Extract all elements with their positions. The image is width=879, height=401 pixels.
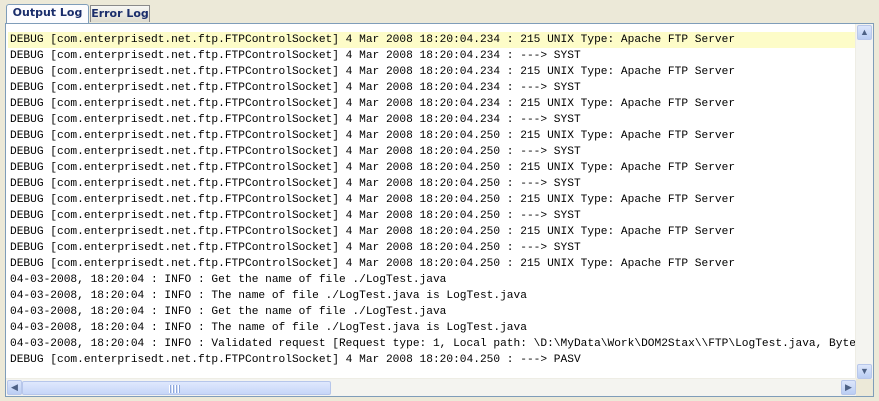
log-line: 04-03-2008, 18:20:04 : INFO : The name o… bbox=[10, 290, 527, 302]
log-text-area[interactable]: DEBUG [com.enterprisedt.net.ftp.FTPContr… bbox=[8, 32, 857, 380]
log-line: DEBUG [com.enterprisedt.net.ftp.FTPContr… bbox=[8, 32, 857, 48]
scrollbar-corner bbox=[856, 379, 873, 396]
log-line: DEBUG [com.enterprisedt.net.ftp.FTPContr… bbox=[10, 114, 581, 126]
scroll-right-icon[interactable]: ▶ bbox=[841, 380, 856, 395]
log-line: 04-03-2008, 18:20:04 : INFO : Get the na… bbox=[10, 274, 447, 286]
log-line: 04-03-2008, 18:20:04 : INFO : The name o… bbox=[10, 322, 527, 334]
tab-error-log[interactable]: Error Log bbox=[90, 5, 150, 22]
scroll-down-icon[interactable]: ▼ bbox=[857, 364, 872, 379]
log-line: DEBUG [com.enterprisedt.net.ftp.FTPContr… bbox=[10, 98, 736, 110]
log-line: DEBUG [com.enterprisedt.net.ftp.FTPContr… bbox=[10, 210, 581, 222]
log-line: 04-03-2008, 18:20:04 : INFO : Validated … bbox=[10, 338, 856, 350]
log-line: DEBUG [com.enterprisedt.net.ftp.FTPContr… bbox=[10, 258, 736, 270]
horizontal-scrollbar[interactable]: ◀ ▶ bbox=[6, 378, 857, 396]
log-line: DEBUG [com.enterprisedt.net.ftp.FTPContr… bbox=[10, 354, 581, 366]
scroll-left-icon[interactable]: ◀ bbox=[7, 380, 22, 395]
log-line: DEBUG [com.enterprisedt.net.ftp.FTPContr… bbox=[10, 242, 581, 254]
log-line: DEBUG [com.enterprisedt.net.ftp.FTPContr… bbox=[10, 146, 581, 158]
scroll-up-icon[interactable]: ▲ bbox=[857, 25, 872, 40]
tab-bar: Output Log Error Log bbox=[0, 0, 879, 24]
log-line: DEBUG [com.enterprisedt.net.ftp.FTPContr… bbox=[10, 50, 581, 62]
log-line: DEBUG [com.enterprisedt.net.ftp.FTPContr… bbox=[10, 194, 736, 206]
log-line: DEBUG [com.enterprisedt.net.ftp.FTPContr… bbox=[10, 66, 736, 78]
log-line: 04-03-2008, 18:20:04 : INFO : Get the na… bbox=[10, 306, 447, 318]
log-line: DEBUG [com.enterprisedt.net.ftp.FTPContr… bbox=[10, 82, 581, 94]
log-line: DEBUG [com.enterprisedt.net.ftp.FTPContr… bbox=[10, 162, 736, 174]
log-line: DEBUG [com.enterprisedt.net.ftp.FTPContr… bbox=[10, 226, 736, 238]
scroll-grip-icon bbox=[169, 385, 181, 393]
log-line: DEBUG [com.enterprisedt.net.ftp.FTPContr… bbox=[10, 178, 581, 190]
vertical-scrollbar[interactable]: ▲ ▼ bbox=[855, 24, 873, 380]
output-log-panel: DEBUG [com.enterprisedt.net.ftp.FTPContr… bbox=[5, 23, 874, 397]
log-line: DEBUG [com.enterprisedt.net.ftp.FTPContr… bbox=[10, 130, 736, 142]
horizontal-scroll-thumb[interactable] bbox=[22, 381, 331, 395]
tab-output-log[interactable]: Output Log bbox=[6, 4, 89, 24]
